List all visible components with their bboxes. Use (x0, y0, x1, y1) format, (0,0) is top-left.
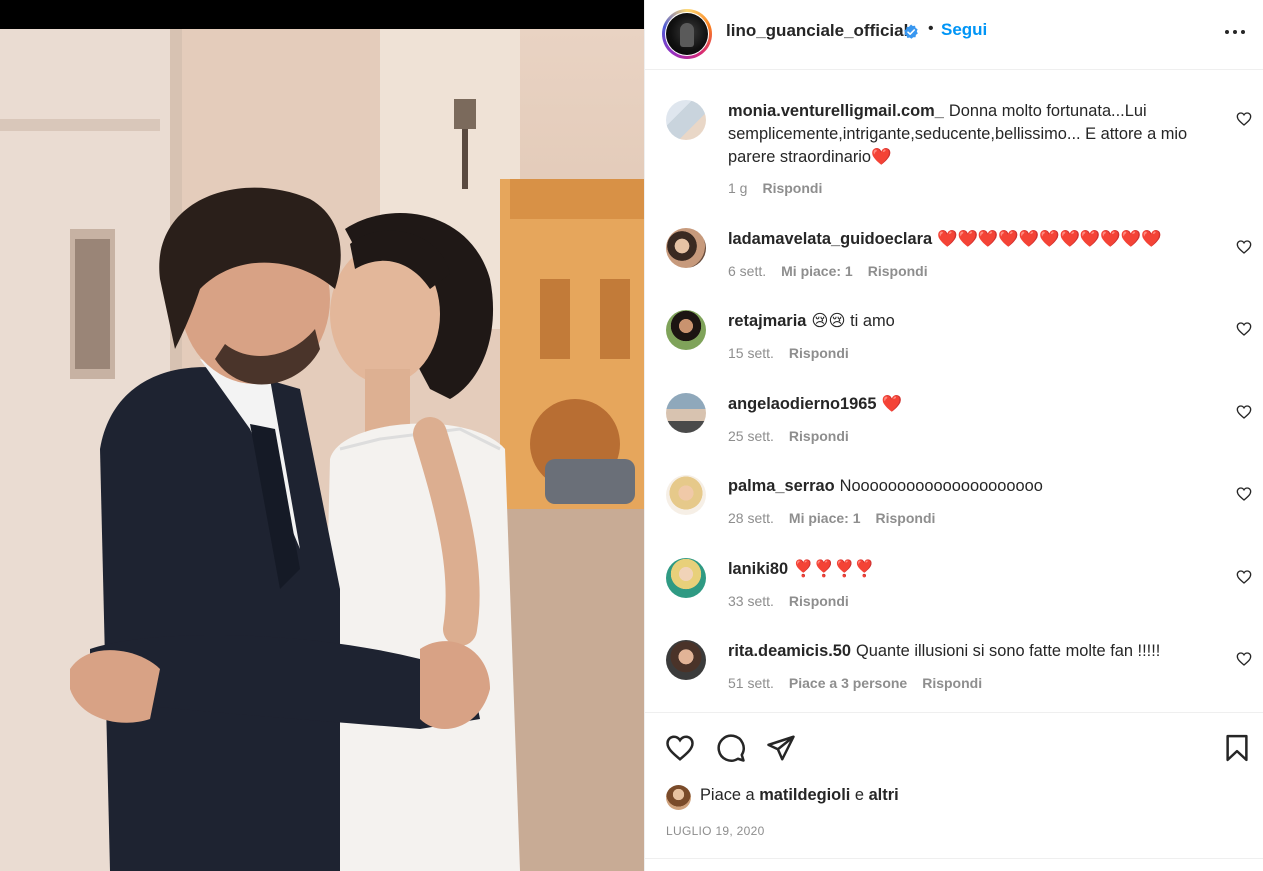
comment-likes[interactable]: Mi piace: 1 (781, 263, 853, 279)
comment-avatar[interactable] (666, 558, 706, 598)
liked-by-others[interactable]: altri (869, 786, 899, 804)
comment-like-icon[interactable] (1236, 569, 1252, 585)
instagram-post: lino_guanciale_official • Segui monia.ve… (0, 0, 1263, 871)
reply-button[interactable]: Rispondi (789, 345, 849, 361)
comment-like-icon[interactable] (1236, 651, 1252, 667)
post-actions: Piace a matildegioli e altri LUGLIO 19, … (645, 712, 1263, 870)
comment-username[interactable]: laniki80 (728, 560, 788, 578)
comment-meta: 15 sett. Rispondi (728, 345, 864, 361)
comment-like-icon[interactable] (1236, 404, 1252, 420)
comment-text: ❤️ (881, 395, 902, 413)
comment-body: angelaodierno1965 ❤️ (728, 393, 1218, 416)
reply-button[interactable]: Rispondi (876, 510, 936, 526)
comment-time[interactable]: 15 sett. (728, 345, 774, 361)
comment-time[interactable]: 6 sett. (728, 263, 766, 279)
comment-like-icon[interactable] (1236, 321, 1252, 337)
paper-plane-icon[interactable] (766, 733, 796, 763)
comment-body: monia.venturelligmail.com_ Donna molto fo… (728, 100, 1218, 169)
liker-avatar[interactable] (666, 785, 691, 810)
comment-body: rita.deamicis.50 Quante illusioni si sono… (728, 640, 1218, 663)
photo-pane (0, 0, 644, 871)
author-avatar[interactable] (666, 13, 708, 55)
reply-button[interactable]: Rispondi (789, 428, 849, 444)
liked-by-conj: e (854, 786, 864, 804)
post-photo[interactable] (0, 29, 644, 871)
post-date[interactable]: LUGLIO 19, 2020 (666, 824, 765, 838)
comment-text: Nooooooooooooooooooooo (839, 477, 1043, 495)
comment-like-icon[interactable] (1236, 486, 1252, 502)
reply-button[interactable]: Rispondi (922, 675, 982, 691)
more-options-icon[interactable] (1223, 20, 1247, 44)
comment-text: ❤️❤️❤️❤️❤️❤️❤️❤️❤️❤️❤️ (937, 230, 1162, 248)
comment-username[interactable]: rita.deamicis.50 (728, 642, 851, 660)
reply-button[interactable]: Rispondi (789, 593, 849, 609)
follow-button[interactable]: Segui (941, 20, 987, 40)
comment-avatar[interactable] (666, 640, 706, 680)
reply-button[interactable]: Rispondi (868, 263, 928, 279)
comment-time[interactable]: 1 g (728, 180, 747, 196)
divider (645, 858, 1263, 859)
liked-by-user[interactable]: matildegioli (759, 786, 850, 804)
comments-list[interactable]: monia.venturelligmail.com_ Donna molto fo… (645, 71, 1263, 712)
reply-button[interactable]: Rispondi (762, 180, 822, 196)
liked-by-prefix: Piace a (700, 786, 755, 804)
comment-avatar[interactable] (666, 228, 706, 268)
comment-username[interactable]: palma_serrao (728, 477, 835, 495)
comment-body: ladamavelata_guidoeclara ❤️❤️❤️❤️❤️❤️❤️❤️… (728, 228, 1218, 251)
comment-username[interactable]: retajmaria (728, 312, 806, 330)
comment-time[interactable]: 51 sett. (728, 675, 774, 691)
comment-body: palma_serrao Nooooooooooooooooooooo (728, 475, 1218, 498)
comment-time[interactable]: 28 sett. (728, 510, 774, 526)
comment-body: retajmaria 😢😢 ti amo (728, 310, 1218, 333)
bookmark-icon[interactable] (1222, 733, 1252, 763)
comment-text: Quante illusioni si sono fatte molte fan… (856, 642, 1161, 660)
comment-time[interactable]: 33 sett. (728, 593, 774, 609)
comment-likes[interactable]: Mi piace: 1 (789, 510, 861, 526)
comment-username[interactable]: angelaodierno1965 (728, 395, 876, 413)
post-header: lino_guanciale_official • Segui (645, 0, 1263, 70)
comment-time[interactable]: 25 sett. (728, 428, 774, 444)
comment-body: laniki80 ❣️❣️❣️❣️ (728, 558, 1218, 581)
comment-username[interactable]: ladamavelata_guidoeclara (728, 230, 932, 248)
post-photo-illustration (0, 29, 644, 871)
comment-username[interactable]: monia.venturelligmail.com_ (728, 102, 944, 120)
comment-avatar[interactable] (666, 100, 706, 140)
verified-badge-icon (904, 24, 918, 39)
comment-likes[interactable]: Piace a 3 persone (789, 675, 907, 691)
comment-text: ❣️❣️❣️❣️ (793, 560, 875, 578)
comment-meta: 25 sett. Rispondi (728, 428, 864, 444)
comment-avatar[interactable] (666, 475, 706, 515)
author-username[interactable]: lino_guanciale_official (726, 21, 908, 41)
comment-meta: 6 sett. Mi piace: 1 Rispondi (728, 263, 943, 279)
post-side-panel: lino_guanciale_official • Segui monia.ve… (644, 0, 1263, 871)
comment-icon[interactable] (716, 733, 746, 763)
comment-text: 😢😢 ti amo (811, 312, 895, 330)
comment-meta: 51 sett. Piace a 3 persone Rispondi (728, 675, 997, 691)
comment-meta: 33 sett. Rispondi (728, 593, 864, 609)
heart-outline-icon[interactable] (665, 733, 695, 763)
comment-like-icon[interactable] (1236, 111, 1252, 127)
header-separator: • (928, 20, 934, 37)
liked-by-text: Piace a matildegioli e altri (700, 786, 899, 805)
comment-meta: 28 sett. Mi piace: 1 Rispondi (728, 510, 950, 526)
comment-like-icon[interactable] (1236, 239, 1252, 255)
comment-avatar[interactable] (666, 310, 706, 350)
comment-meta: 1 g Rispondi (728, 180, 837, 196)
comment-avatar[interactable] (666, 393, 706, 433)
